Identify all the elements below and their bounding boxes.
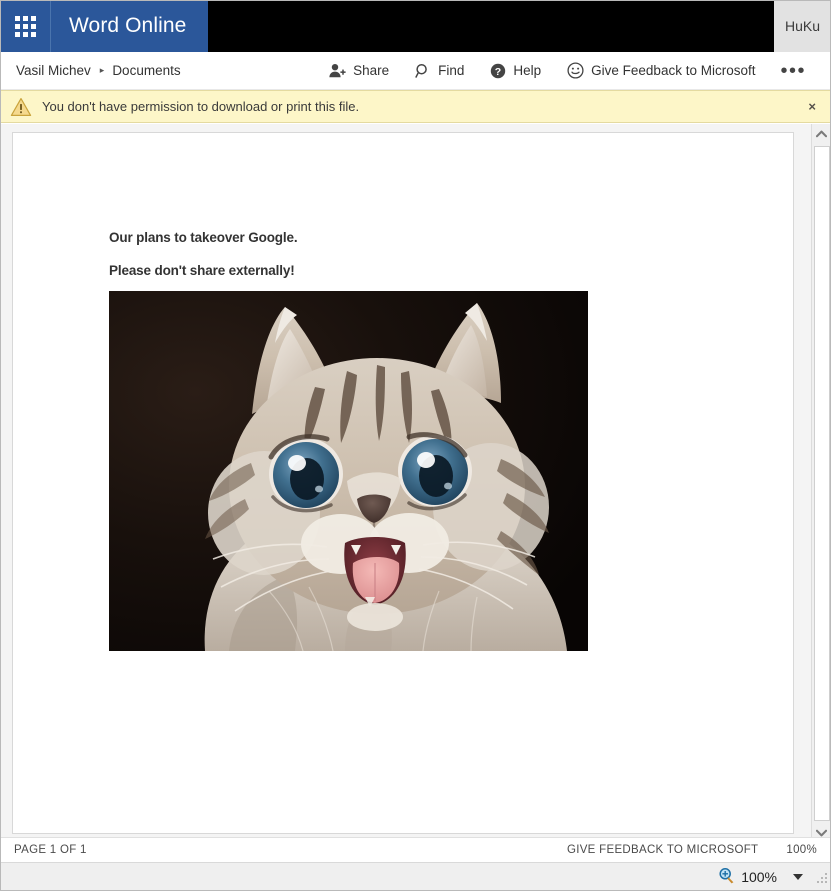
- zoom-bar: 100%: [0, 862, 831, 891]
- status-zoom-value: 100%: [786, 844, 817, 856]
- share-person-icon: [329, 63, 346, 78]
- share-label: Share: [353, 63, 390, 78]
- status-give-feedback-link[interactable]: GIVE FEEDBACK TO MICROSOFT: [567, 844, 758, 856]
- page-indicator: PAGE 1 OF 1: [14, 844, 87, 856]
- app-launcher-button[interactable]: [0, 0, 51, 52]
- permission-notification-bar: You don't have permission to download or…: [0, 90, 831, 123]
- document-content: Our plans to takeover Google. Please don…: [109, 230, 729, 651]
- document-paragraph: Our plans to takeover Google.: [109, 230, 298, 245]
- zoom-magnifier-icon: [718, 867, 735, 887]
- kitten-photo[interactable]: [109, 291, 588, 651]
- find-button[interactable]: Find: [402, 58, 477, 84]
- resize-grip-icon[interactable]: [815, 871, 827, 883]
- breadcrumb-current[interactable]: Documents: [112, 63, 180, 78]
- waffle-grid-icon: [14, 15, 36, 37]
- zoom-level-label: 100%: [741, 869, 777, 885]
- question-circle-icon: ?: [490, 63, 506, 79]
- document-paragraph: Please don't share externally!: [109, 263, 295, 278]
- command-bar-actions: Share Find ? Help Give Feedback to Micro…: [316, 57, 831, 84]
- scrollbar-track[interactable]: [814, 146, 830, 821]
- scroll-up-button[interactable]: [812, 124, 831, 144]
- share-button[interactable]: Share: [316, 58, 402, 83]
- svg-text:?: ?: [495, 66, 501, 78]
- help-button[interactable]: ? Help: [477, 58, 554, 84]
- magnifier-icon: [415, 63, 431, 79]
- kitten-photo-graphic: [109, 291, 588, 651]
- chevron-up-icon: [815, 125, 828, 143]
- give-feedback-button[interactable]: Give Feedback to Microsoft: [554, 57, 768, 84]
- breadcrumb-root[interactable]: Vasil Michev: [16, 63, 91, 78]
- breadcrumb-separator-icon: ▸: [99, 65, 105, 75]
- find-label: Find: [438, 63, 465, 78]
- notification-message: You don't have permission to download or…: [42, 99, 360, 114]
- status-bar: PAGE 1 OF 1 GIVE FEEDBACK TO MICROSOFT 1…: [0, 837, 831, 862]
- word-online-window: Word Online HuKu Vasil Michev ▸ Document…: [0, 0, 831, 891]
- zoom-control[interactable]: 100%: [718, 867, 777, 887]
- suite-bar-spacer: [208, 0, 774, 52]
- smiley-icon: [567, 62, 584, 79]
- close-icon[interactable]: ×: [808, 99, 816, 114]
- account-me-control[interactable]: HuKu: [774, 0, 831, 52]
- help-label: Help: [513, 63, 542, 78]
- zoom-dropdown-button[interactable]: [793, 874, 803, 880]
- suite-header-bar: Word Online HuKu: [0, 0, 831, 52]
- command-bar: Vasil Michev ▸ Documents Share Find ? He…: [0, 52, 831, 90]
- give-feedback-label: Give Feedback to Microsoft: [591, 63, 756, 78]
- app-brand-title[interactable]: Word Online: [51, 0, 209, 52]
- breadcrumb: Vasil Michev ▸ Documents: [0, 63, 181, 78]
- vertical-scrollbar[interactable]: [811, 124, 831, 843]
- document-page[interactable]: Our plans to takeover Google. Please don…: [12, 132, 794, 834]
- warning-triangle-icon: [10, 97, 32, 117]
- more-options-button[interactable]: •••: [768, 60, 819, 82]
- document-canvas[interactable]: Our plans to takeover Google. Please don…: [0, 124, 831, 843]
